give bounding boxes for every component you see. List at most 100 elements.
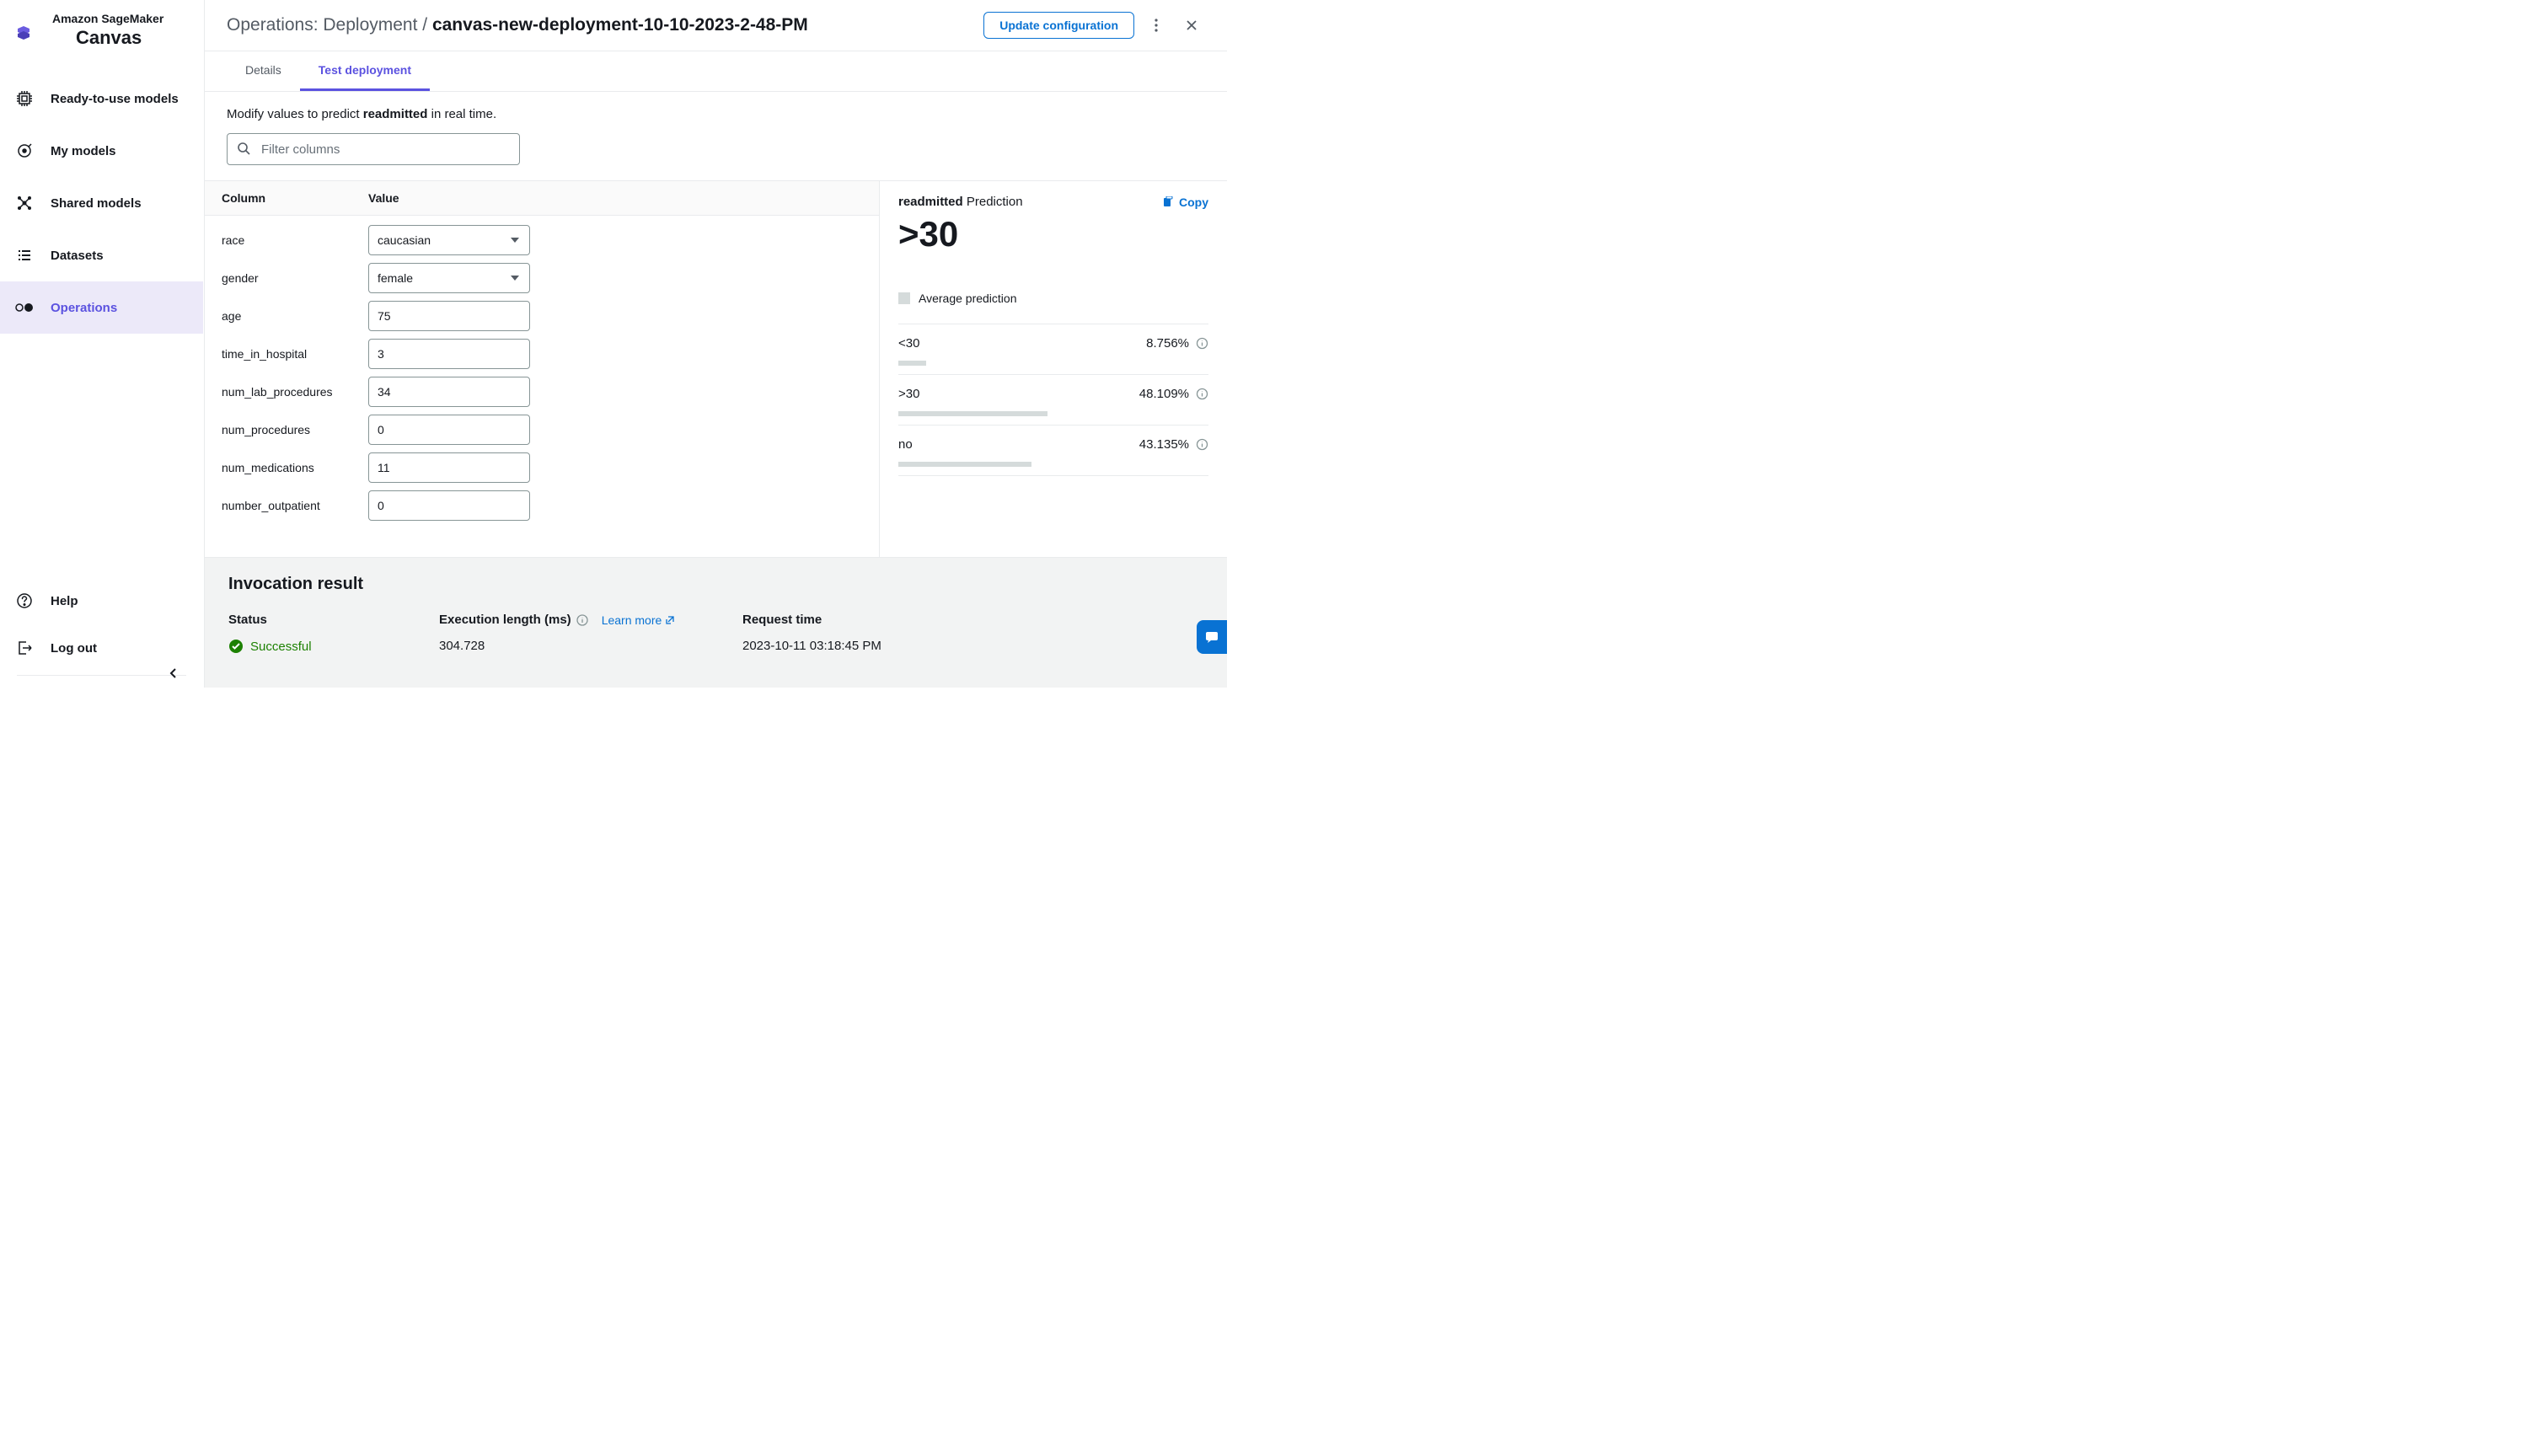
column-label: time_in_hospital	[222, 347, 368, 361]
breadcrumb: Operations: Deployment / canvas-new-depl…	[227, 15, 808, 35]
filter-columns-search	[227, 133, 520, 165]
divider	[17, 675, 186, 676]
operations-icon	[15, 298, 34, 317]
column-label: age	[222, 309, 368, 323]
sidebar-item-datasets[interactable]: Datasets	[0, 229, 203, 281]
column-label: num_procedures	[222, 423, 368, 436]
prob-name: <30	[898, 336, 1146, 351]
value-select[interactable]: caucasian	[368, 225, 530, 255]
check-circle-icon	[228, 639, 244, 654]
value-input[interactable]	[368, 377, 530, 407]
table-row: num_procedures	[222, 410, 862, 448]
prob-row: <308.756%	[898, 324, 1208, 375]
prob-pct: 48.109%	[1139, 387, 1189, 401]
table-row: racecaucasian	[222, 221, 862, 259]
info-icon[interactable]	[576, 614, 588, 626]
prob-row: no43.135%	[898, 426, 1208, 476]
tab-details[interactable]: Details	[227, 51, 300, 91]
value-input[interactable]	[368, 415, 530, 445]
update-configuration-button[interactable]: Update configuration	[983, 12, 1134, 39]
value-input[interactable]	[368, 452, 530, 483]
info-icon[interactable]	[1196, 438, 1208, 451]
status-label: Status	[228, 613, 388, 627]
status-value: Successful	[228, 639, 388, 654]
sidebar-item-label: Shared models	[51, 196, 142, 211]
sidebar-item-ready-models[interactable]: Ready-to-use models	[0, 72, 203, 125]
prob-pct: 8.756%	[1146, 336, 1189, 351]
copy-button[interactable]: Copy	[1162, 195, 1208, 209]
canvas-logo-icon	[15, 25, 32, 42]
prediction-title: readmitted Prediction	[898, 195, 1023, 209]
kebab-icon	[1155, 19, 1158, 32]
exec-length-value: 304.728	[439, 639, 692, 653]
prob-bar	[898, 361, 926, 366]
column-header-column: Column	[222, 191, 368, 205]
prob-bar	[898, 411, 1047, 416]
column-label: number_outpatient	[222, 499, 368, 512]
table-row: num_medications	[222, 448, 862, 486]
prediction-panel: readmitted Prediction Copy >30 Average p…	[880, 180, 1227, 557]
prob-name: no	[898, 437, 1139, 452]
table-row: number_outpatient	[222, 486, 862, 524]
sidebar-item-label: Ready-to-use models	[51, 92, 179, 106]
table-row: genderfemale	[222, 259, 862, 297]
invocation-title: Invocation result	[228, 575, 1203, 594]
learn-more-link[interactable]: Learn more	[602, 613, 676, 627]
sidebar-item-label: Datasets	[51, 249, 104, 263]
info-icon[interactable]	[1196, 388, 1208, 400]
more-actions-button[interactable]	[1143, 12, 1170, 39]
product-suptitle: Amazon SageMaker	[52, 12, 203, 25]
product-title: Canvas	[76, 27, 203, 49]
chat-fab[interactable]	[1197, 620, 1227, 654]
request-time-value: 2023-10-11 03:18:45 PM	[742, 639, 881, 653]
list-icon	[15, 246, 34, 265]
collapse-sidebar-button[interactable]	[168, 667, 179, 679]
sidebar-item-label: Operations	[51, 301, 117, 315]
network-icon	[15, 194, 34, 212]
info-icon[interactable]	[1196, 337, 1208, 350]
prob-pct: 43.135%	[1139, 437, 1189, 452]
breadcrumb-prefix: Operations: Deployment /	[227, 15, 432, 35]
column-header-value: Value	[368, 191, 862, 205]
column-label: gender	[222, 271, 368, 285]
value-input[interactable]	[368, 339, 530, 369]
prob-row: >3048.109%	[898, 375, 1208, 426]
sidebar-item-logout[interactable]: Log out	[0, 624, 203, 672]
sidebar-item-label: Log out	[51, 641, 97, 656]
column-label: num_medications	[222, 461, 368, 474]
columns-panel: Column Value racecaucasiangenderfemaleag…	[205, 180, 880, 557]
value-input[interactable]	[368, 490, 530, 521]
column-label: num_lab_procedures	[222, 385, 368, 399]
column-label: race	[222, 233, 368, 247]
chip-icon	[15, 89, 34, 108]
instruction-text: Modify values to predict readmitted in r…	[205, 92, 1227, 133]
table-row: time_in_hospital	[222, 335, 862, 372]
deployment-name: canvas-new-deployment-10-10-2023-2-48-PM	[432, 15, 808, 35]
sidebar-item-label: My models	[51, 144, 116, 158]
filter-columns-input[interactable]	[227, 133, 520, 165]
copy-icon	[1162, 196, 1174, 208]
table-row: age	[222, 297, 862, 335]
help-icon	[15, 592, 34, 610]
invocation-result: Invocation result Status Successful Exec…	[205, 557, 1227, 688]
legend-swatch	[898, 292, 910, 304]
chat-icon	[1204, 629, 1219, 645]
prob-bar	[898, 462, 1031, 467]
prediction-value: >30	[898, 214, 1208, 254]
request-time-label: Request time	[742, 613, 881, 627]
logout-icon	[15, 639, 34, 657]
value-input[interactable]	[368, 301, 530, 331]
close-icon	[1186, 19, 1197, 31]
tab-bar: Details Test deployment	[205, 51, 1227, 92]
sidebar-item-operations[interactable]: Operations	[0, 281, 203, 334]
sidebar-item-label: Help	[51, 594, 78, 608]
search-icon	[237, 142, 250, 155]
page-header: Operations: Deployment / canvas-new-depl…	[205, 0, 1227, 51]
value-select[interactable]: female	[368, 263, 530, 293]
main-panel: Operations: Deployment / canvas-new-depl…	[204, 0, 1227, 688]
sidebar-item-shared-models[interactable]: Shared models	[0, 177, 203, 229]
tab-test-deployment[interactable]: Test deployment	[300, 51, 430, 91]
close-button[interactable]	[1178, 12, 1205, 39]
sidebar-item-help[interactable]: Help	[0, 577, 203, 624]
sidebar-item-my-models[interactable]: My models	[0, 125, 203, 177]
